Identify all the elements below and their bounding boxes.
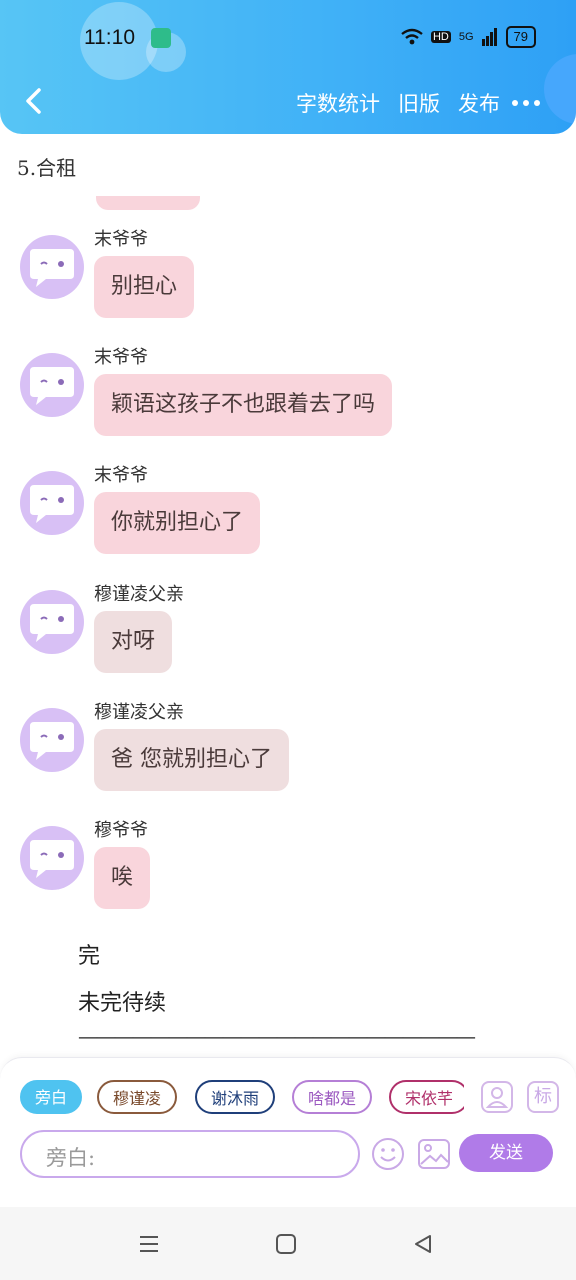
avatar[interactable] xyxy=(20,708,84,772)
sender-name: 末爷爷 xyxy=(94,347,148,368)
message-bubble[interactable]: 对呀 xyxy=(94,611,173,673)
chat-bubble-icon xyxy=(30,722,74,760)
sender-name: 穆谨凌父亲 xyxy=(94,702,184,723)
sender-name: 穆谨凌父亲 xyxy=(94,584,184,605)
previous-bubble-stub xyxy=(96,196,200,210)
avatar[interactable] xyxy=(20,353,84,417)
role-chip[interactable]: 谢沐雨 xyxy=(195,1080,276,1114)
home-app-icon xyxy=(151,28,171,48)
narration-line[interactable]: 完 xyxy=(78,938,100,970)
status-time: 11:10 xyxy=(84,26,135,49)
sender-name: 穆爷爷 xyxy=(94,820,148,841)
message-bubble[interactable]: 爸 您就别担心了 xyxy=(94,729,289,791)
signal-icon xyxy=(481,28,497,46)
menu-icon[interactable] xyxy=(138,1233,160,1255)
chat-bubble-icon xyxy=(30,604,74,642)
message-bubble[interactable]: 唉 xyxy=(94,847,151,909)
status-bar: 11:10 HD 5G 79 xyxy=(0,20,576,56)
back-icon[interactable] xyxy=(412,1233,434,1255)
avatar[interactable] xyxy=(20,590,84,654)
role-chip[interactable]: 宋依芊 xyxy=(389,1080,464,1114)
role-chip[interactable]: 啥都是 xyxy=(292,1080,373,1114)
tag-button-label: 标 xyxy=(534,1086,552,1107)
battery-indicator: 79 xyxy=(505,26,536,48)
header-actions: 字数统计 旧版 发布 xyxy=(296,88,500,118)
word-count-button[interactable]: 字数统计 xyxy=(296,88,380,118)
message-input[interactable]: 旁白: xyxy=(20,1130,360,1178)
message-bubble[interactable]: 你就别担心了 xyxy=(94,492,261,554)
chat-bubble-icon xyxy=(30,840,74,878)
chat-bubble-icon xyxy=(30,485,74,523)
tag-button[interactable]: 标 xyxy=(527,1081,559,1113)
sender-name: 末爷爷 xyxy=(94,465,148,486)
chat-bubble-icon xyxy=(30,249,74,287)
wifi-icon xyxy=(401,28,423,45)
avatar[interactable] xyxy=(20,471,84,535)
old-version-button[interactable]: 旧版 xyxy=(398,88,440,118)
message-bubble[interactable]: 颖语这孩子不也跟着去了吗 xyxy=(94,374,393,436)
narration-line[interactable]: 未完待续 xyxy=(78,985,166,1017)
role-chip[interactable]: 穆谨凌 xyxy=(97,1080,178,1114)
send-button[interactable]: 发送 xyxy=(459,1134,553,1172)
character-button[interactable] xyxy=(481,1081,513,1113)
divider-line: —————————————————————— xyxy=(78,1024,476,1048)
role-chips: 旁白 穆谨凌 谢沐雨 啥都是 宋依芊 xyxy=(20,1080,464,1118)
publish-button[interactable]: 发布 xyxy=(458,88,500,118)
image-icon[interactable] xyxy=(417,1137,451,1171)
user-icon xyxy=(485,1087,509,1108)
avatar[interactable] xyxy=(20,235,84,299)
more-options-icon[interactable] xyxy=(512,100,540,106)
input-placeholder: 旁白: xyxy=(46,1146,96,1170)
system-nav-bar xyxy=(0,1207,576,1280)
message-bubble[interactable]: 别担心 xyxy=(94,256,195,318)
emoji-icon[interactable] xyxy=(371,1137,405,1171)
chat-bubble-icon xyxy=(30,367,74,405)
hd-badge: HD xyxy=(430,31,451,43)
chapter-title: 5.合租 xyxy=(17,156,77,180)
decor-circle xyxy=(544,54,576,124)
sender-name: 末爷爷 xyxy=(94,229,148,250)
avatar[interactable] xyxy=(20,826,84,890)
home-icon[interactable] xyxy=(275,1233,297,1255)
status-icons: HD 5G 79 xyxy=(401,26,536,48)
app-header: 11:10 HD 5G 79 字数统计 旧版 发布 xyxy=(0,0,576,134)
back-arrow-icon[interactable] xyxy=(20,86,50,116)
network-label: 5G xyxy=(458,31,474,43)
role-chip-narration[interactable]: 旁白 xyxy=(20,1080,83,1114)
